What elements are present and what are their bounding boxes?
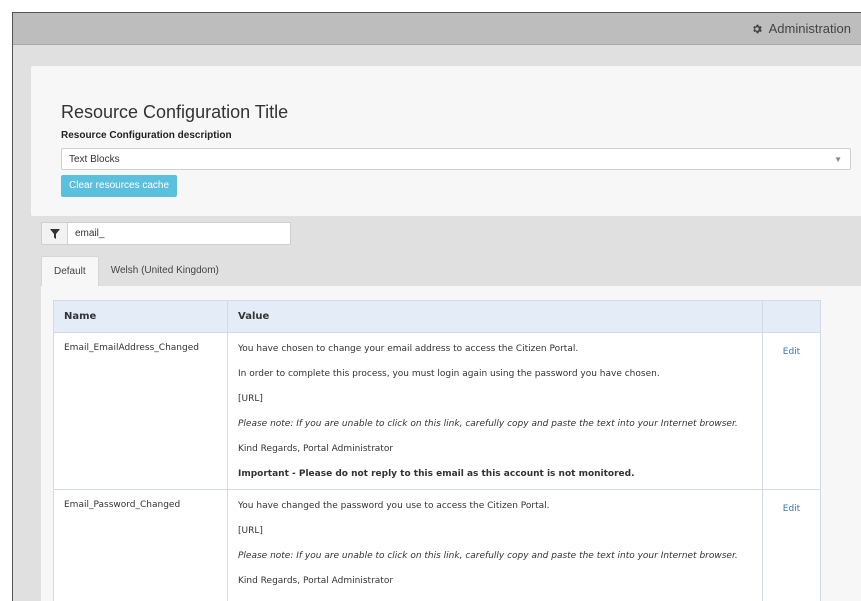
resources-table: Name Value Email_EmailAddress_Changed Yo… bbox=[53, 300, 821, 601]
tab-welsh[interactable]: Welsh (United Kingdom) bbox=[99, 256, 231, 286]
column-header-value: Value bbox=[227, 300, 763, 333]
value-line: [URL] bbox=[238, 394, 263, 404]
gear-icon[interactable] bbox=[751, 23, 763, 35]
value-line: Please note: If you are unable to click … bbox=[238, 419, 738, 429]
tab-default[interactable]: Default bbox=[41, 256, 99, 286]
value-line: Please note: If you are unable to click … bbox=[238, 551, 738, 561]
action-cell: Edit bbox=[762, 332, 821, 490]
filter-input[interactable] bbox=[67, 222, 291, 245]
column-header-action bbox=[762, 300, 821, 333]
resource-name: Email_Password_Changed bbox=[53, 489, 228, 601]
tab-content: Name Value Email_EmailAddress_Changed Yo… bbox=[41, 286, 861, 601]
value-line: Important - Please do not reply to this … bbox=[238, 469, 635, 479]
value-line: [URL] bbox=[238, 526, 263, 536]
value-line: You have chosen to change your email add… bbox=[238, 344, 579, 354]
edit-link[interactable]: Edit bbox=[783, 347, 800, 357]
top-bar: Administration bbox=[13, 13, 861, 45]
resource-name: Email_EmailAddress_Changed bbox=[53, 332, 228, 490]
resource-type-selected-value: Text Blocks bbox=[69, 153, 120, 165]
filter-icon bbox=[41, 222, 67, 245]
edit-link[interactable]: Edit bbox=[783, 504, 800, 514]
value-line: Kind Regards, Portal Administrator bbox=[238, 576, 394, 586]
value-line: You have changed the password you use to… bbox=[238, 501, 550, 511]
resource-config-panel: Resource Configuration Title Resource Co… bbox=[31, 66, 861, 216]
app-frame: Administration Resource Configuration Ti… bbox=[12, 12, 861, 601]
page-title: Resource Configuration Title bbox=[61, 102, 289, 122]
table-row: Email_Password_Changed You have changed … bbox=[53, 489, 821, 601]
resource-value: You have chosen to change your email add… bbox=[227, 332, 763, 490]
language-tabs: Default Welsh (United Kingdom) bbox=[41, 256, 231, 286]
table-header-row: Name Value bbox=[53, 300, 821, 333]
caret-down-icon: ▼ bbox=[834, 154, 842, 164]
column-header-name: Name bbox=[53, 300, 228, 333]
table-row: Email_EmailAddress_Changed You have chos… bbox=[53, 332, 821, 490]
clear-cache-button[interactable]: Clear resources cache bbox=[61, 175, 178, 197]
value-line: Kind Regards, Portal Administrator bbox=[238, 444, 394, 454]
administration-link[interactable]: Administration bbox=[769, 21, 851, 36]
filter-bar bbox=[41, 222, 291, 245]
value-line: In order to complete this process, you m… bbox=[238, 369, 660, 379]
action-cell: Edit bbox=[762, 489, 821, 601]
resource-value: You have changed the password you use to… bbox=[227, 489, 763, 601]
resource-type-select[interactable]: Text Blocks ▼ bbox=[61, 148, 851, 170]
page-description: Resource Configuration description bbox=[61, 130, 232, 141]
